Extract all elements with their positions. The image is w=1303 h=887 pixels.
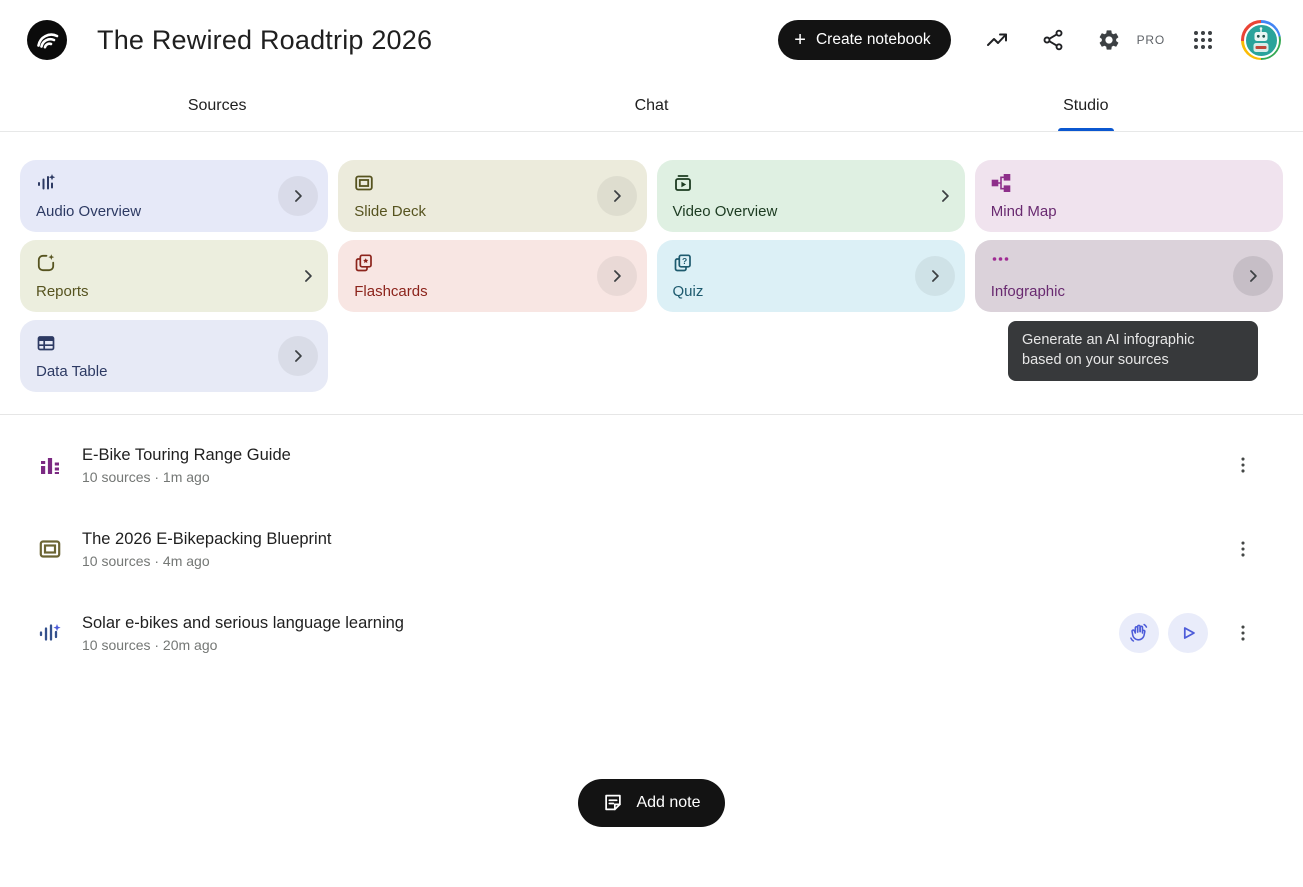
- card-label: Quiz: [673, 283, 909, 300]
- slide-deck-icon: [38, 537, 62, 561]
- infographic-icon: [991, 253, 1011, 273]
- settings-gear-icon[interactable]: [1085, 16, 1133, 64]
- chevron-right-icon[interactable]: [597, 256, 637, 296]
- reports-icon: [36, 253, 56, 273]
- card-label: Mind Map: [991, 203, 1227, 220]
- app-logo-icon[interactable]: [27, 20, 67, 60]
- tab-sources[interactable]: Sources: [0, 80, 434, 131]
- infographic-tooltip: Generate an AI infographic based on your…: [1008, 321, 1258, 381]
- card-label: Data Table: [36, 363, 272, 380]
- more-options-icon[interactable]: [1223, 445, 1263, 485]
- note-icon: [602, 792, 624, 814]
- tooltip-line1: Generate an AI infographic: [1022, 330, 1244, 350]
- card-label: Video Overview: [673, 203, 909, 220]
- notebook-title[interactable]: The Rewired Roadtrip 2026: [97, 25, 432, 56]
- footer: Add note: [0, 779, 1303, 827]
- artifact-meta: 10 sources · 4m ago: [82, 553, 331, 569]
- artifact-list: E-Bike Touring Range Guide 10 sources · …: [0, 415, 1303, 675]
- studio-card-slide-deck[interactable]: Slide Deck: [338, 160, 646, 232]
- tooltip-line2: based on your sources: [1022, 350, 1244, 370]
- avatar-robot-image: [1244, 23, 1279, 58]
- more-options-icon[interactable]: [1223, 529, 1263, 569]
- list-item[interactable]: The 2026 E-Bikepacking Blueprint 10 sour…: [0, 507, 1303, 591]
- chevron-right-icon[interactable]: [278, 336, 318, 376]
- studio-card-data-table[interactable]: Data Table: [20, 320, 328, 392]
- tab-studio[interactable]: Studio: [869, 80, 1303, 131]
- studio-card-mind-map[interactable]: Mind Map: [975, 160, 1283, 232]
- create-notebook-label: Create notebook: [816, 31, 931, 49]
- svg-text:?: ?: [681, 256, 686, 266]
- create-notebook-button[interactable]: + Create notebook: [778, 20, 950, 60]
- list-item[interactable]: E-Bike Touring Range Guide 10 sources · …: [0, 423, 1303, 507]
- card-label: Reports: [36, 283, 272, 300]
- bar-chart-icon: [38, 453, 62, 477]
- tab-sources-label: Sources: [188, 97, 247, 115]
- tab-studio-label: Studio: [1063, 97, 1108, 115]
- artifact-title: Solar e-bikes and serious language learn…: [82, 614, 404, 633]
- chevron-right-icon[interactable]: [298, 266, 318, 286]
- chevron-right-icon[interactable]: [597, 176, 637, 216]
- flashcards-icon: [354, 253, 374, 273]
- chevron-right-icon[interactable]: [935, 186, 955, 206]
- studio-card-reports[interactable]: Reports: [20, 240, 328, 312]
- studio-card-quiz[interactable]: ? Quiz: [657, 240, 965, 312]
- card-label: Slide Deck: [354, 203, 590, 220]
- play-icon[interactable]: [1168, 613, 1208, 653]
- add-note-button[interactable]: Add note: [578, 779, 724, 827]
- studio-card-infographic[interactable]: Infographic: [975, 240, 1283, 312]
- main-tabs: Sources Chat Studio: [0, 80, 1303, 132]
- studio-panel: Audio Overview Slide Deck Video Overview: [0, 132, 1303, 414]
- active-tab-underline: [1058, 128, 1114, 131]
- data-table-icon: [36, 333, 56, 353]
- slide-deck-icon: [354, 173, 374, 193]
- share-icon[interactable]: [1029, 16, 1077, 64]
- tab-chat[interactable]: Chat: [434, 80, 868, 131]
- more-options-icon[interactable]: [1223, 613, 1263, 653]
- audio-waveform-icon: [38, 621, 62, 645]
- tab-chat-label: Chat: [635, 97, 669, 115]
- add-note-label: Add note: [636, 794, 700, 812]
- apps-grid-icon[interactable]: [1179, 16, 1227, 64]
- card-label: Flashcards: [354, 283, 590, 300]
- interactive-mode-wave-hand-icon[interactable]: [1119, 613, 1159, 653]
- analytics-trending-icon[interactable]: [973, 16, 1021, 64]
- studio-card-flashcards[interactable]: Flashcards: [338, 240, 646, 312]
- card-label: Infographic: [991, 283, 1227, 300]
- artifact-meta: 10 sources · 20m ago: [82, 637, 404, 653]
- studio-card-audio-overview[interactable]: Audio Overview: [20, 160, 328, 232]
- quiz-icon: ?: [673, 253, 693, 273]
- user-avatar[interactable]: [1241, 20, 1281, 60]
- list-item[interactable]: Solar e-bikes and serious language learn…: [0, 591, 1303, 675]
- artifact-title: The 2026 E-Bikepacking Blueprint: [82, 530, 331, 549]
- header: The Rewired Roadtrip 2026 + Create noteb…: [0, 0, 1303, 80]
- chevron-right-icon[interactable]: [915, 256, 955, 296]
- mind-map-icon: [991, 173, 1011, 193]
- plus-icon: +: [794, 30, 806, 50]
- card-label: Audio Overview: [36, 203, 272, 220]
- artifact-meta: 10 sources · 1m ago: [82, 469, 291, 485]
- chevron-right-icon[interactable]: [1233, 256, 1273, 296]
- chevron-right-icon[interactable]: [278, 176, 318, 216]
- video-overview-icon: [673, 173, 693, 193]
- audio-overview-icon: [36, 173, 56, 193]
- artifact-title: E-Bike Touring Range Guide: [82, 446, 291, 465]
- studio-card-video-overview[interactable]: Video Overview: [657, 160, 965, 232]
- pro-badge: PRO: [1137, 33, 1165, 47]
